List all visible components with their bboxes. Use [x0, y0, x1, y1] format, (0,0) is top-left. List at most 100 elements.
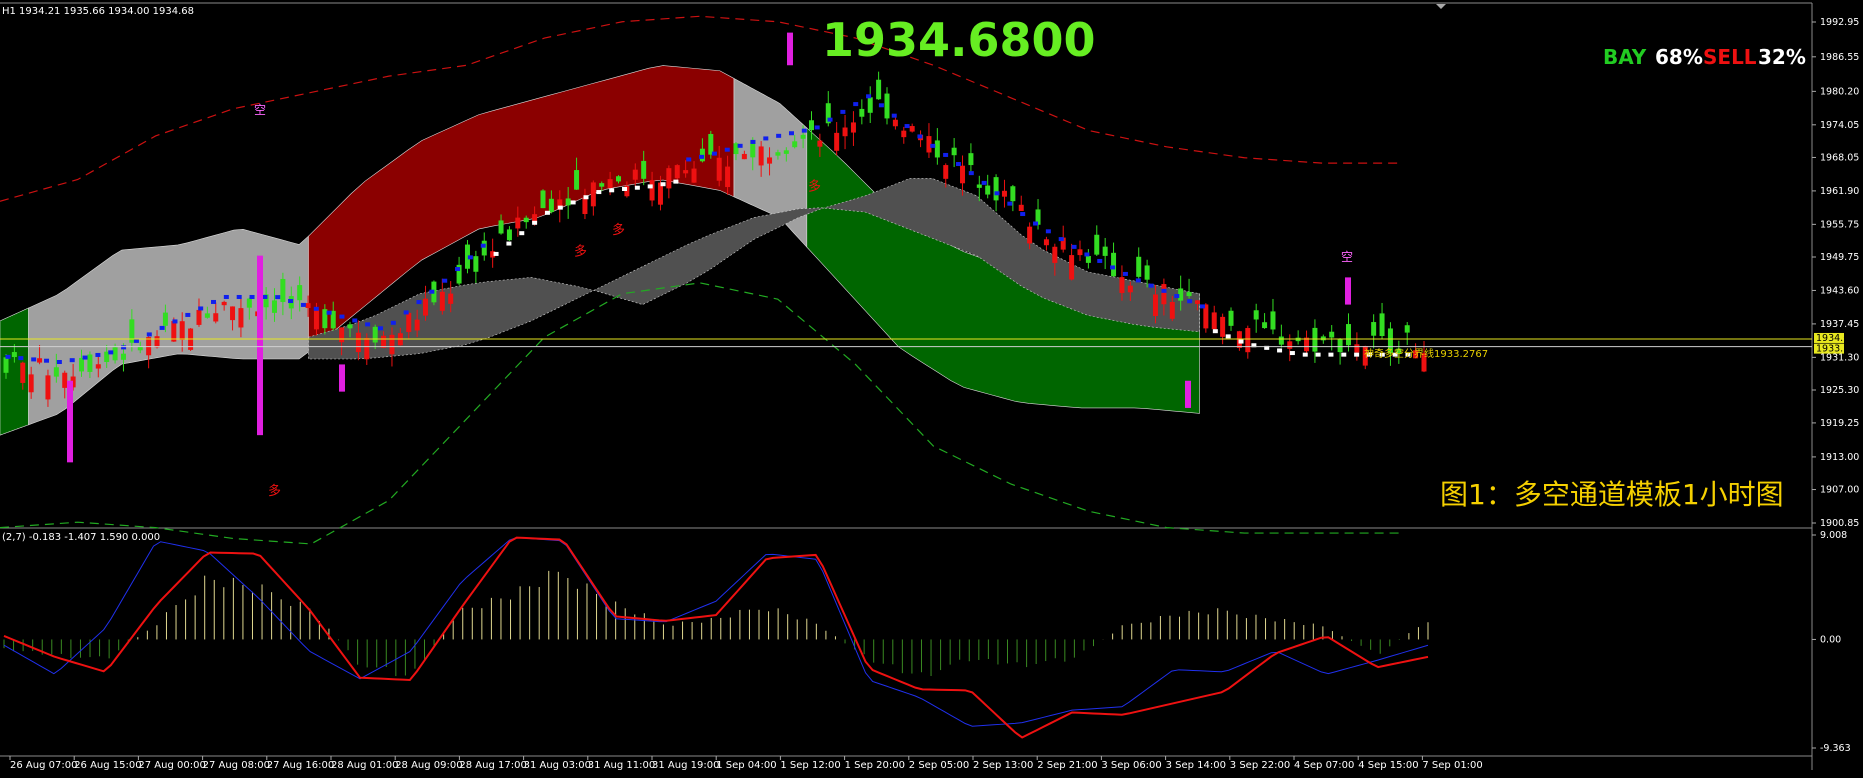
candle-body	[1085, 255, 1091, 263]
candle-body	[154, 336, 160, 348]
candle-body	[448, 293, 454, 304]
candle-body	[1228, 310, 1234, 326]
trend-dot	[596, 190, 602, 195]
candle-body	[1136, 256, 1142, 277]
price-tick-label: 1937.45	[1820, 319, 1859, 330]
time-tick-label: 28 Aug 01:00	[331, 760, 398, 771]
osc-tick-label: 9.008	[1820, 530, 1847, 541]
chart-shift-marker-icon[interactable]	[1436, 4, 1446, 9]
candle-body	[1153, 294, 1159, 317]
candle-body	[901, 130, 907, 138]
trend-dot	[416, 300, 422, 305]
trend-dot	[878, 103, 884, 108]
candle-body	[1312, 327, 1318, 352]
candle-body	[842, 127, 848, 137]
trading-chart[interactable]: 多多多多空空 H1 1934.21 1935.66 1934.00 1934.6…	[0, 0, 1863, 778]
signal-long-label: 多	[808, 178, 821, 194]
candle-body	[1161, 284, 1167, 305]
candle-body	[909, 126, 915, 132]
trend-dot	[146, 332, 152, 337]
signal-long-label: 多	[612, 222, 625, 238]
trend-dot	[339, 314, 345, 319]
trend-dot	[1354, 352, 1360, 357]
oscillator-axis[interactable]: 9.008 0.00 -9.363	[1812, 530, 1851, 754]
trend-dot	[763, 136, 769, 141]
candle-body	[1043, 239, 1049, 246]
candle-body	[347, 324, 353, 329]
candle-body	[666, 168, 672, 189]
candle-body	[1304, 337, 1310, 352]
trend-dot	[904, 124, 910, 129]
trend-dot	[1161, 288, 1167, 293]
trend-dot	[570, 200, 576, 205]
candle-body	[1052, 246, 1058, 263]
candle-body	[204, 313, 210, 318]
candle-body	[120, 353, 126, 360]
candle-body	[280, 278, 286, 302]
trend-dot	[377, 326, 383, 331]
candle-body	[616, 176, 622, 182]
trend-dot	[365, 322, 371, 327]
trend-dot	[660, 182, 666, 187]
candle-body	[1102, 246, 1108, 256]
time-tick-label: 31 Aug 03:00	[524, 760, 591, 771]
trend-dot	[493, 251, 499, 256]
candle-body	[792, 141, 798, 148]
candle-body	[481, 240, 487, 256]
candle-body	[1220, 316, 1226, 337]
candle-body	[213, 313, 219, 322]
candle-body	[1077, 249, 1083, 256]
candle-body	[1287, 341, 1293, 349]
candle-body	[246, 298, 252, 308]
candle-body	[741, 153, 747, 160]
trend-dot	[622, 187, 628, 192]
trend-dot	[724, 147, 730, 152]
trend-dot	[647, 184, 653, 189]
trend-dot	[1225, 334, 1231, 339]
candle-body	[599, 183, 605, 187]
magenta-spike	[1345, 277, 1351, 305]
trend-dot	[1033, 221, 1039, 226]
candle-body	[758, 146, 764, 166]
trend-dot	[56, 360, 62, 365]
candle-body	[322, 309, 328, 329]
candle-body	[506, 229, 512, 241]
candle-body	[943, 165, 949, 179]
candle-body	[590, 182, 596, 207]
candle-body	[297, 285, 303, 301]
candle-body	[1270, 311, 1276, 330]
trend-dot	[1174, 294, 1180, 299]
candle-body	[1320, 336, 1326, 341]
candle-body	[1354, 344, 1360, 353]
candle-body	[28, 374, 34, 393]
candle-body	[1169, 301, 1175, 319]
candle-body	[389, 334, 395, 355]
time-tick-label: 2 Sep 13:00	[973, 760, 1033, 771]
trend-dot	[1071, 244, 1077, 249]
trend-dot	[1277, 348, 1283, 353]
candle-body	[582, 197, 588, 215]
big-price-label: 1934.6800	[822, 13, 1096, 67]
candle-body	[339, 327, 345, 343]
trend-dot	[82, 355, 88, 360]
time-tick-label: 27 Aug 16:00	[267, 760, 334, 771]
candle-body	[1094, 234, 1100, 255]
candle-body	[1027, 226, 1033, 244]
trend-dot	[1212, 329, 1218, 334]
candle-body	[1379, 313, 1385, 336]
trend-dot	[5, 354, 11, 359]
candle-body	[473, 256, 479, 272]
candle-body	[817, 140, 823, 147]
trend-dot	[1058, 237, 1064, 242]
candle-body	[1018, 204, 1024, 211]
trend-dot	[133, 338, 139, 343]
time-tick-label: 26 Aug 07:00	[10, 760, 77, 771]
time-axis[interactable]: 26 Aug 07:0026 Aug 15:0027 Aug 00:0027 A…	[9, 756, 1483, 771]
candle-body	[649, 180, 655, 201]
signal-long-label: 多	[574, 244, 587, 260]
time-tick-label: 3 Sep 22:00	[1230, 760, 1290, 771]
time-tick-label: 1 Sep 04:00	[716, 760, 776, 771]
trend-dot	[943, 152, 949, 157]
trend-dot	[737, 143, 743, 148]
price-axis[interactable]: 1992.95 1986.55 1980.20 1974.05 1968.05 1961.…	[1812, 17, 1859, 529]
